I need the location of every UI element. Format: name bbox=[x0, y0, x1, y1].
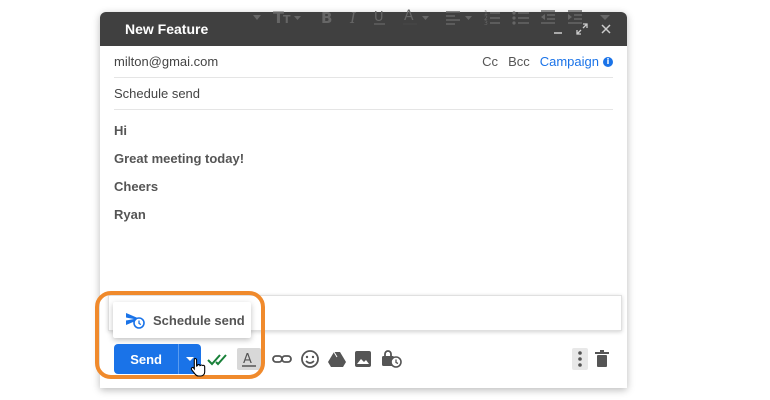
svg-text:T: T bbox=[283, 13, 291, 26]
recipients-row[interactable]: milton@gmai.com Cc Bcc Campaign i bbox=[114, 46, 613, 78]
align-icon[interactable] bbox=[445, 6, 475, 28]
body-line: Ryan bbox=[114, 207, 146, 222]
message-body[interactable]: Hi Great meeting today! Cheers Ryan bbox=[114, 124, 244, 236]
info-icon[interactable]: i bbox=[603, 56, 613, 67]
subject-field[interactable]: Schedule send bbox=[114, 78, 613, 110]
discard-draft-icon[interactable] bbox=[595, 348, 609, 370]
more-options-icon[interactable] bbox=[572, 348, 588, 370]
svg-text:U: U bbox=[374, 10, 384, 25]
svg-text:A: A bbox=[404, 8, 414, 24]
insert-link-icon[interactable] bbox=[272, 348, 292, 370]
font-dropdown-arrow-icon[interactable] bbox=[252, 6, 262, 28]
svg-text:3: 3 bbox=[484, 20, 488, 26]
cc-link[interactable]: Cc bbox=[482, 54, 498, 69]
body-line: Cheers bbox=[114, 179, 159, 194]
text-size-icon[interactable]: TT bbox=[273, 6, 303, 28]
indent-less-icon[interactable] bbox=[540, 6, 556, 28]
bcc-link[interactable]: Bcc bbox=[508, 54, 530, 69]
emoji-icon[interactable] bbox=[300, 348, 320, 370]
bulleted-list-icon[interactable] bbox=[512, 6, 530, 28]
window-title: New Feature bbox=[125, 21, 209, 37]
svg-text:B: B bbox=[321, 9, 332, 25]
body-line: Hi bbox=[114, 123, 127, 138]
confidential-mode-icon[interactable] bbox=[381, 348, 403, 370]
underline-icon[interactable]: U bbox=[373, 6, 387, 28]
more-formatting-arrow-icon[interactable] bbox=[599, 6, 611, 28]
subject-text: Schedule send bbox=[114, 86, 201, 101]
hand-cursor-icon bbox=[190, 357, 206, 377]
body-line: Great meeting today! bbox=[114, 151, 245, 166]
numbered-list-icon[interactable]: 123 bbox=[484, 6, 500, 28]
bold-icon[interactable]: B bbox=[320, 6, 334, 28]
campaign-label: Campaign bbox=[539, 54, 599, 69]
text-color-icon[interactable]: A bbox=[403, 6, 433, 28]
insert-photo-icon[interactable] bbox=[354, 348, 372, 370]
svg-text:I: I bbox=[349, 9, 357, 25]
campaign-link[interactable]: Campaign i bbox=[540, 54, 613, 69]
drive-icon[interactable] bbox=[328, 348, 346, 370]
to-recipient[interactable]: milton@gmai.com bbox=[114, 54, 218, 69]
italic-icon[interactable]: I bbox=[348, 6, 362, 28]
indent-more-icon[interactable] bbox=[567, 6, 583, 28]
highlight-outline bbox=[95, 291, 265, 379]
